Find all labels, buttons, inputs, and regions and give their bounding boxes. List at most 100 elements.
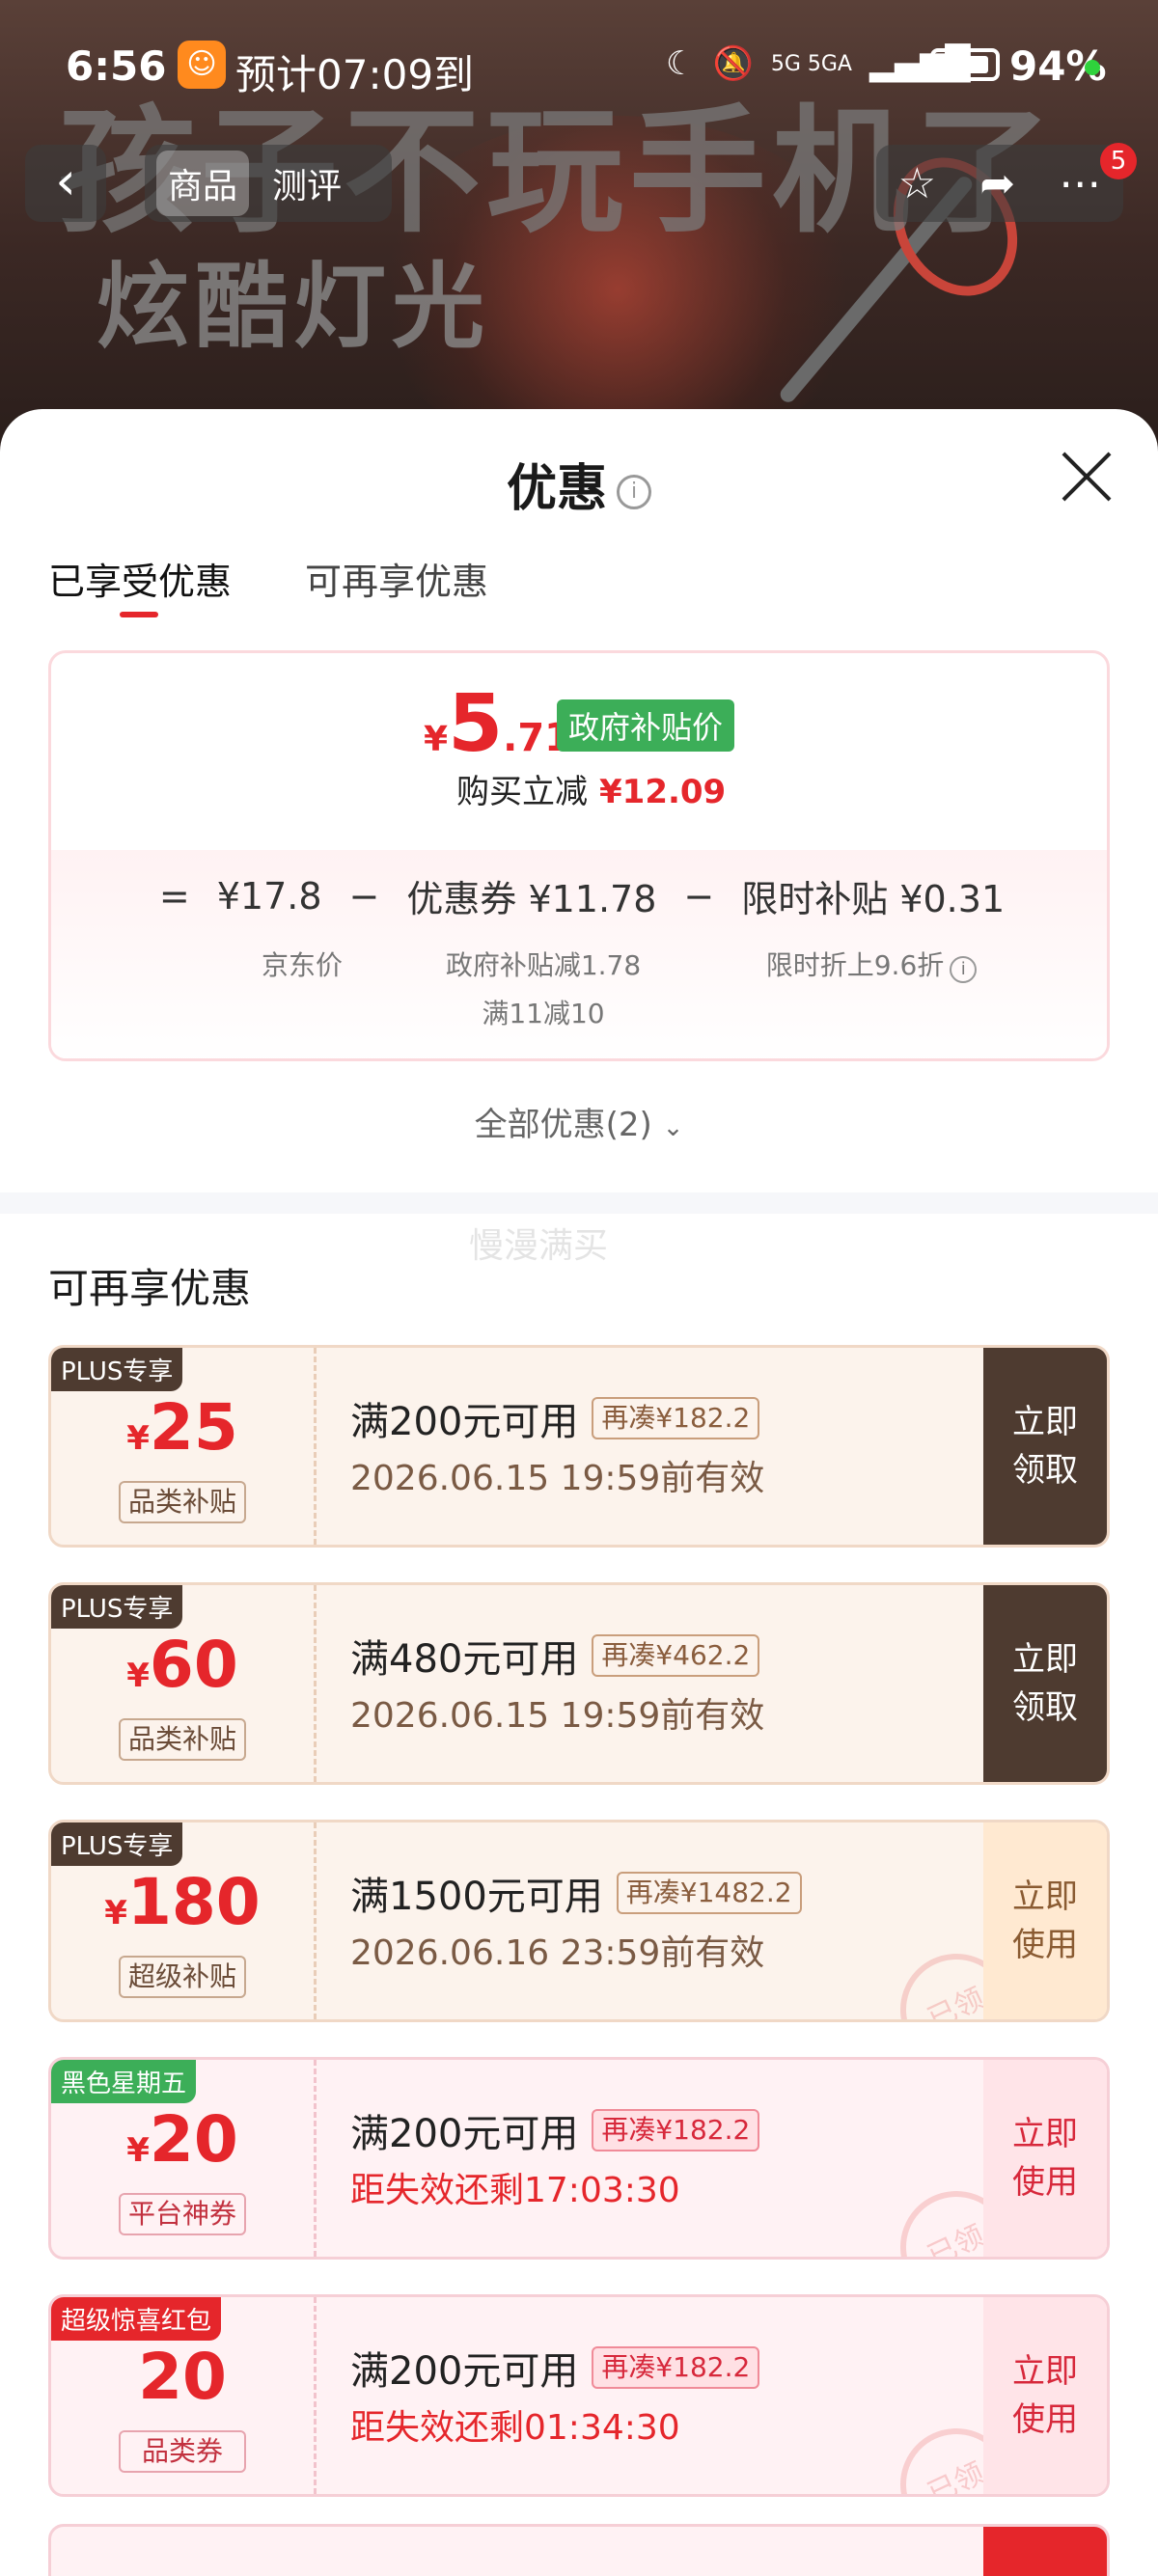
back-button[interactable]: ‹ <box>25 145 106 222</box>
coupon-value: PLUS专享 ¥60 品类补贴 <box>51 1585 314 1782</box>
reduce-amount: ¥12.09 <box>599 773 727 811</box>
mute-icon: 🔕 <box>712 44 754 83</box>
claim-button[interactable]: 立即 领取 <box>983 1585 1107 1782</box>
tab-review[interactable]: 测评 <box>261 151 353 216</box>
coupon-amount-value: 20 <box>149 2102 238 2177</box>
reduce-row: 购买立减 ¥12.09 <box>456 765 726 812</box>
coupon-amount: ¥60 <box>51 1628 314 1702</box>
currency-symbol: ¥ <box>126 2131 150 2170</box>
coupon-amount-value: 180 <box>126 1865 261 1939</box>
use-button[interactable]: 立即 使用 <box>983 2297 1107 2494</box>
coupon-value: PLUS专享 ¥180 超级补贴 <box>51 1822 314 2019</box>
currency-symbol: ¥ <box>104 1894 127 1932</box>
coupon-condition-row: 满200元可用 再凑¥182.2 <box>350 2102 760 2158</box>
coupon-value: 黑色星期五 ¥20 平台神券 <box>51 2060 314 2257</box>
coupon-deduction: 优惠券 ¥11.78 <box>406 878 657 920</box>
coupon-tag: PLUS专享 <box>51 1348 183 1391</box>
more-icon[interactable]: ⋯ <box>1059 159 1101 208</box>
discount-sheet: 优惠 i 已享受优惠 可再享优惠 ¥ 5 .71 政府补贴价 购买立减 ¥12.09… <box>0 409 1158 2576</box>
coupon-countdown: 距失效还剩01:34:30 <box>350 2408 680 2448</box>
coupon-countdown: 距失效还剩17:03:30 <box>350 2171 680 2210</box>
section-title: 可再享优惠 <box>48 1265 252 1312</box>
product-subline: 炫酷灯光 <box>96 253 490 361</box>
final-price-int: 5 <box>448 678 504 770</box>
coupon-kind: 品类券 <box>119 2430 246 2473</box>
minus-sign: − <box>348 874 380 918</box>
coupon-tag: 黑色星期五 <box>51 2060 197 2103</box>
gov-subsidy-tag: 政府补贴价 <box>557 699 735 752</box>
section-divider <box>0 1192 1158 1214</box>
close-icon[interactable] <box>1058 448 1116 506</box>
coupon-condition: 满200元可用 <box>350 2349 579 2394</box>
info-icon[interactable]: i <box>950 956 978 983</box>
subsidy-deduction: 限时补贴 ¥0.31 <box>741 878 1006 920</box>
coupon-divider <box>314 2297 317 2494</box>
coupon-condition-row: 满200元可用 再凑¥182.2 <box>350 1390 760 1446</box>
app-icon: ☺ <box>178 41 226 89</box>
coupon-gap: 再凑¥182.2 <box>592 2109 760 2151</box>
sheet-title: 优惠 <box>506 460 607 518</box>
currency-symbol: ¥ <box>424 720 449 759</box>
coupon-condition: 满200元可用 <box>350 2112 579 2156</box>
coupon-condition: 满1500元可用 <box>350 1875 603 1919</box>
coupon-note: 政府补贴减1.78 <box>445 949 642 981</box>
product-tabs: 商品 测评 <box>145 145 392 222</box>
coupon-divider <box>314 2060 317 2257</box>
coupon-expiry: 2026.06.15 19:59前有效 <box>350 1459 765 1498</box>
chevron-left-icon: ‹ <box>55 151 76 211</box>
price-formula: = ¥17.8 − 优惠券 ¥11.78 − 限时补贴 ¥0.31 <box>51 869 1107 922</box>
status-eta: 预计07:09到 <box>235 51 475 98</box>
coupon-amount-value: 25 <box>149 1390 238 1465</box>
coupon-card: 超级惊喜红包 20 品类券 满200元可用 再凑¥182.2 距失效还剩01:34… <box>48 2294 1110 2497</box>
coupon-tag: 超级惊喜红包 <box>51 2297 222 2341</box>
battery-icon <box>930 48 1000 81</box>
coupon-amount: ¥180 <box>51 1865 314 1939</box>
jd-price-note: 京东价 <box>261 949 343 981</box>
price-summary: ¥ 5 .71 政府补贴价 购买立减 ¥12.09 <box>51 653 1107 850</box>
coupon-gap: 再凑¥182.2 <box>592 2346 760 2389</box>
coupon-kind: 平台神券 <box>119 2193 246 2235</box>
status-bar: 6:56 ☺ 预计07:09到 ☾ 🔕 5G 5GA ▂▄▆█ 94% <box>0 29 1158 106</box>
coupon-divider <box>314 1585 317 1782</box>
coupon-divider <box>314 1822 317 2019</box>
chevron-down-icon: ⌄ <box>662 1113 684 1142</box>
coupon-divider <box>314 1348 317 1545</box>
coupon-condition-row: 满200元可用 再凑¥182.2 <box>350 2340 760 2396</box>
use-button[interactable]: 立即 使用 <box>983 2060 1107 2257</box>
ghost-text: 慢漫满买 <box>469 1226 609 1266</box>
jd-price: ¥17.8 <box>216 874 322 918</box>
coupon-condition-row: 满1500元可用 再凑¥1482.2 <box>350 1865 802 1921</box>
message-badge: 5 <box>1100 143 1137 179</box>
coupon-kind: 品类补贴 <box>119 1481 246 1523</box>
claim-button[interactable] <box>983 2527 1107 2576</box>
coupon-tag: PLUS专享 <box>51 1822 183 1866</box>
coupon-value: 超级惊喜红包 20 品类券 <box>51 2297 314 2494</box>
coupon-kind: 超级补贴 <box>119 1956 246 1998</box>
all-coupons-label: 全部优惠(2) <box>474 1106 652 1144</box>
coupon-card: PLUS专享 ¥60 品类补贴 满480元可用 再凑¥462.2 2026.06.… <box>48 1582 1110 1785</box>
price-calculation-card: ¥ 5 .71 政府补贴价 购买立减 ¥12.09 = ¥17.8 − 优惠券 ¥… <box>48 650 1110 1061</box>
coupon-gap: 再凑¥182.2 <box>592 1397 760 1439</box>
info-icon[interactable]: i <box>617 475 651 509</box>
tab-enjoyed[interactable]: 已享受优惠 <box>48 552 232 617</box>
tab-product[interactable]: 商品 <box>156 151 250 216</box>
coupon-amount: 20 <box>51 2340 314 2414</box>
coupon-condition: 满200元可用 <box>350 1400 579 1444</box>
all-coupons-link[interactable]: 全部优惠(2) ⌄ <box>0 1098 1158 1145</box>
coupon-value: PLUS专享 ¥25 品类补贴 <box>51 1348 314 1545</box>
coupon-expiry: 2026.06.16 23:59前有效 <box>350 1933 765 1973</box>
coupon-tag: PLUS专享 <box>51 1585 183 1629</box>
use-button[interactable]: 立即 使用 <box>983 1822 1107 2019</box>
coupon-card-partial <box>48 2524 1110 2576</box>
reduce-label: 购买立减 <box>456 773 588 811</box>
claim-button[interactable]: 立即 领取 <box>983 1348 1107 1545</box>
coupon-expiry: 2026.06.15 19:59前有效 <box>350 1696 765 1736</box>
star-icon[interactable]: ☆ <box>898 159 936 208</box>
final-price: ¥ 5 .71 <box>424 678 571 770</box>
privacy-dot <box>1085 60 1100 75</box>
status-time: 6:56 <box>66 42 167 90</box>
coupon-card: 黑色星期五 ¥20 平台神券 满200元可用 再凑¥182.2 距失效还剩17:0… <box>48 2057 1110 2260</box>
share-icon[interactable]: ➦ <box>979 159 1015 208</box>
coupon-amount-value: 20 <box>138 2340 227 2414</box>
tab-available[interactable]: 可再享优惠 <box>305 552 488 605</box>
